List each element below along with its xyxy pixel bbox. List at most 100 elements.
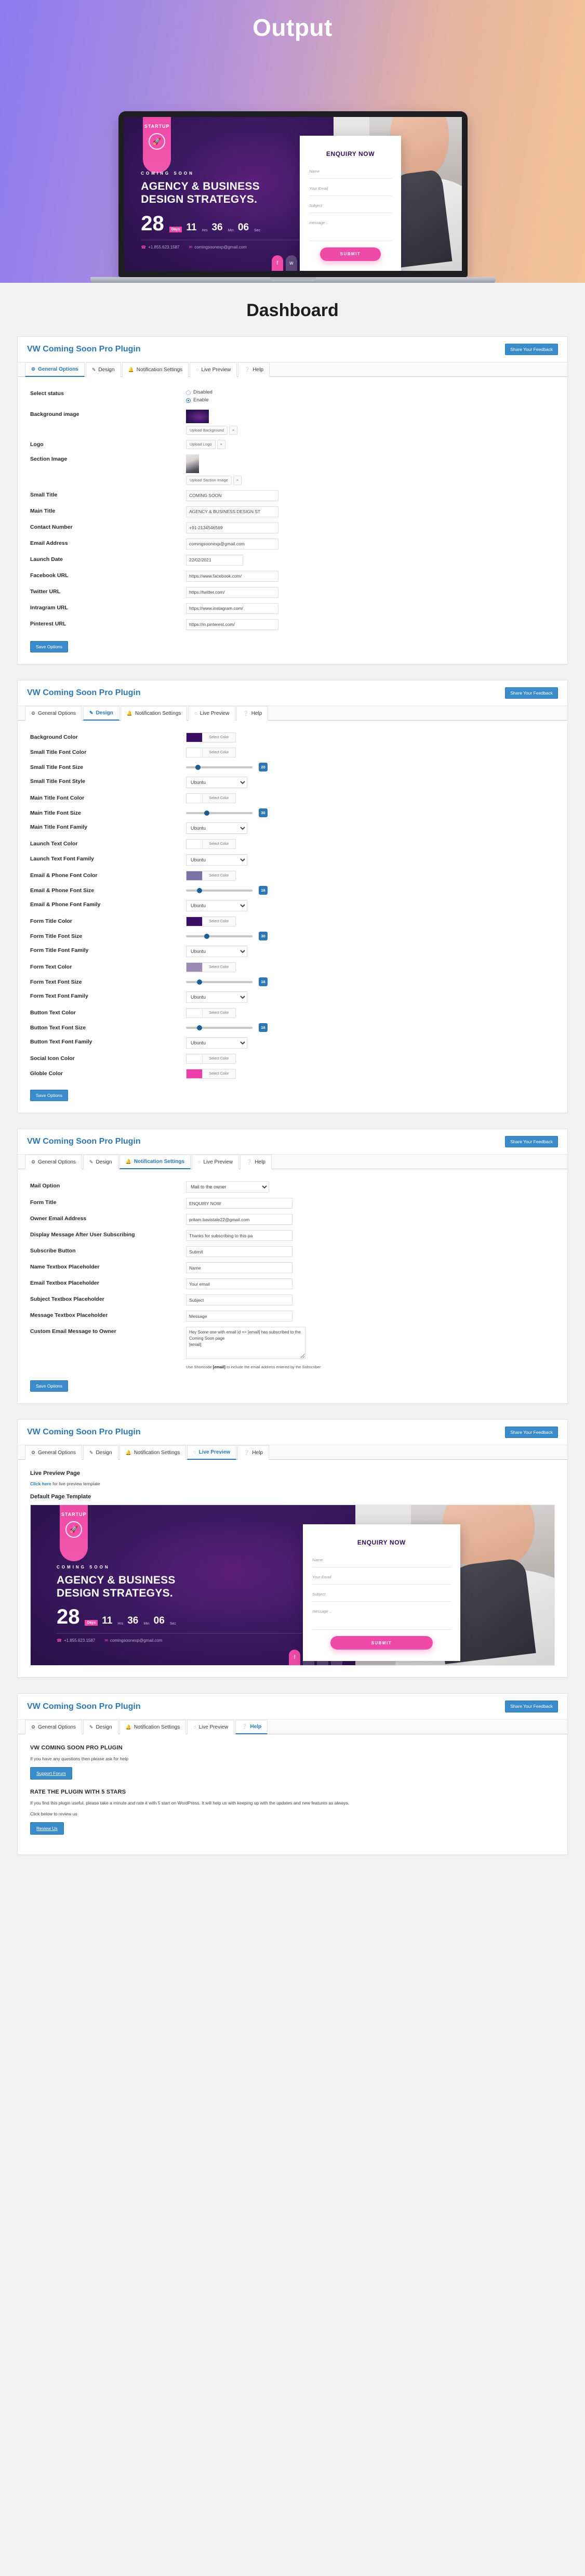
- tab-notification-settings[interactable]: 🔔 Notification Settings: [122, 362, 189, 377]
- tab-notification-settings[interactable]: 🔔 Notification Settings: [119, 1445, 187, 1460]
- tab-design[interactable]: ✎ Design: [83, 706, 119, 721]
- email-address-input[interactable]: [186, 538, 278, 550]
- twitter-url-input[interactable]: [186, 586, 278, 598]
- color-picker[interactable]: Select Color: [186, 793, 236, 804]
- slider-track[interactable]: [186, 764, 252, 770]
- tab-help[interactable]: ❔ Help: [236, 706, 269, 721]
- pinterest-url-input[interactable]: [186, 619, 278, 630]
- save-options-button[interactable]: Save Options: [30, 1380, 69, 1392]
- remove-background-button[interactable]: ×: [229, 425, 238, 435]
- tab-design[interactable]: ✎ Design: [83, 1719, 118, 1734]
- save-options-button[interactable]: Save Options: [30, 1090, 69, 1102]
- slider-track[interactable]: [186, 979, 252, 985]
- tab-general-options[interactable]: ⚙ General Options: [25, 1445, 82, 1460]
- tab-general-options[interactable]: ⚙ General Options: [25, 706, 82, 721]
- facebook-url-input[interactable]: [186, 570, 278, 582]
- tab-notification-settings[interactable]: 🔔 Notification Settings: [120, 706, 188, 721]
- main-title-input[interactable]: [186, 506, 278, 517]
- facebook-icon[interactable]: f: [271, 255, 283, 271]
- font-family-select[interactable]: Ubuntu: [186, 991, 247, 1003]
- support-forum-button[interactable]: Support Forum: [30, 1767, 72, 1780]
- enquiry-message-field[interactable]: message ..: [309, 218, 392, 241]
- tab-live-preview[interactable]: ◌ Live Preview: [192, 1155, 240, 1170]
- color-picker[interactable]: Select Color: [186, 839, 236, 849]
- live-preview-link[interactable]: Click here: [30, 1481, 51, 1486]
- color-picker[interactable]: Select Color: [186, 917, 236, 927]
- radio-enable[interactable]: Enable: [186, 397, 555, 404]
- share-feedback-button[interactable]: Share Your Feedback: [505, 687, 558, 699]
- tab-design[interactable]: ✎ Design: [83, 1445, 118, 1460]
- contact-number-input[interactable]: [186, 522, 278, 533]
- remove-section-image-button[interactable]: ×: [233, 476, 242, 485]
- tab-general-options[interactable]: ⚙ General Options: [25, 1155, 82, 1170]
- upload-background-button[interactable]: Upload Background: [186, 425, 228, 435]
- name-placeholder-input[interactable]: [186, 1262, 293, 1274]
- tab-notification-settings[interactable]: 🔔 Notification Settings: [119, 1719, 187, 1734]
- enquiry-submit-button[interactable]: SUBMIT: [320, 247, 381, 261]
- enquiry-email-field[interactable]: Your Email: [309, 184, 392, 196]
- remove-logo-button[interactable]: ×: [217, 440, 225, 450]
- tab-help[interactable]: ❔ Help: [240, 1155, 272, 1170]
- font-family-select[interactable]: Ubuntu: [186, 822, 247, 834]
- subject-placeholder-input[interactable]: [186, 1294, 293, 1306]
- enquiry-subject-field[interactable]: Subject: [309, 201, 392, 213]
- slider-track[interactable]: [186, 1025, 252, 1030]
- tab-live-preview[interactable]: ◌ Live Preview: [187, 1719, 235, 1734]
- font-family-select[interactable]: Ubuntu: [186, 946, 247, 958]
- color-picker[interactable]: Select Color: [186, 733, 236, 743]
- message-placeholder-input[interactable]: [186, 1311, 293, 1322]
- slider-knob[interactable]: [195, 764, 201, 770]
- slider-knob[interactable]: [204, 933, 209, 939]
- font-family-select[interactable]: Ubuntu: [186, 900, 247, 912]
- color-picker[interactable]: Select Color: [186, 748, 236, 758]
- share-feedback-button[interactable]: Share Your Feedback: [505, 1701, 558, 1712]
- radio-disabled[interactable]: Disabled: [186, 389, 555, 397]
- color-picker[interactable]: Select Color: [186, 1008, 236, 1018]
- share-feedback-button[interactable]: Share Your Feedback: [505, 1136, 558, 1148]
- tab-general-options[interactable]: ⚙ General Options: [25, 362, 85, 377]
- color-picker[interactable]: Select Color: [186, 1069, 236, 1079]
- slider-knob[interactable]: [204, 810, 209, 816]
- instagram-url-input[interactable]: [186, 603, 278, 614]
- tab-live-preview[interactable]: ◌ Live Preview: [190, 362, 237, 377]
- share-feedback-button[interactable]: Share Your Feedback: [505, 344, 558, 356]
- share-feedback-button[interactable]: Share Your Feedback: [505, 1427, 558, 1439]
- preview-subject-field[interactable]: Subject: [312, 1590, 451, 1602]
- tab-design[interactable]: ✎ Design: [85, 362, 121, 377]
- upload-section-image-button[interactable]: Upload Section Image: [186, 476, 232, 485]
- save-options-button[interactable]: Save Options: [30, 640, 69, 652]
- review-us-button[interactable]: Review Us: [30, 1822, 64, 1835]
- tab-general-options[interactable]: ⚙ General Options: [25, 1719, 82, 1734]
- preview-submit-button[interactable]: SUBMIT: [330, 1636, 433, 1650]
- slider-track[interactable]: [186, 810, 252, 816]
- launch-date-input[interactable]: [186, 554, 243, 566]
- slider-track[interactable]: [186, 933, 252, 939]
- mail-option-select[interactable]: Mail to the owner: [186, 1181, 269, 1193]
- subscribe-button-input[interactable]: [186, 1246, 293, 1258]
- color-picker[interactable]: Select Color: [186, 962, 236, 973]
- tab-notification-settings[interactable]: 🔔 Notification Settings: [119, 1155, 191, 1170]
- slider-track[interactable]: [186, 887, 252, 893]
- preview-email-field[interactable]: Your Email: [312, 1573, 451, 1585]
- preview-name-field[interactable]: Name: [312, 1555, 451, 1568]
- form-title-input[interactable]: [186, 1198, 293, 1209]
- small-title-input[interactable]: [186, 490, 278, 501]
- preview-message-field[interactable]: message ..: [312, 1607, 451, 1630]
- custom-email-message-textarea[interactable]: Hey Some one with email id => [email] ha…: [186, 1327, 305, 1359]
- upload-logo-button[interactable]: Upload Logo: [186, 440, 216, 450]
- font-family-select[interactable]: Ubuntu: [186, 854, 247, 866]
- tab-live-preview[interactable]: ◌ Live Preview: [188, 706, 236, 721]
- slider-knob[interactable]: [196, 979, 202, 985]
- tab-help[interactable]: ❔ Help: [238, 362, 270, 377]
- enquiry-name-field[interactable]: Name: [309, 167, 392, 179]
- font-family-select[interactable]: Ubuntu: [186, 1037, 247, 1049]
- tab-live-preview[interactable]: ◌ Live Preview: [187, 1445, 237, 1460]
- font-family-select[interactable]: Ubuntu: [186, 777, 247, 789]
- tab-design[interactable]: ✎ Design: [83, 1155, 118, 1170]
- tab-help[interactable]: ❔ Help: [237, 1445, 269, 1460]
- twitter-icon[interactable]: w: [285, 255, 297, 271]
- slider-knob[interactable]: [196, 887, 202, 893]
- email-placeholder-input[interactable]: [186, 1278, 293, 1290]
- color-picker[interactable]: Select Color: [186, 871, 236, 881]
- tab-help[interactable]: ❔ Help: [235, 1719, 268, 1734]
